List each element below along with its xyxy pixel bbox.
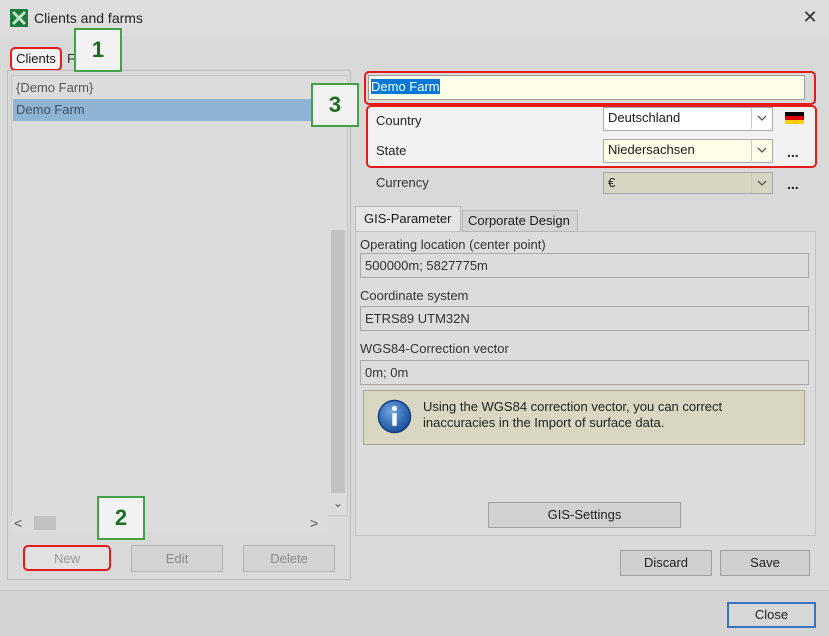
close-icon[interactable]: ✕ bbox=[800, 7, 820, 27]
info-text-line-1: Using the WGS84 correction vector, you c… bbox=[423, 399, 723, 414]
new-button[interactable]: New bbox=[23, 545, 111, 571]
wgs84-field[interactable]: 0m; 0m bbox=[360, 360, 809, 385]
info-icon bbox=[377, 399, 412, 434]
info-text: Using the WGS84 correction vector, you c… bbox=[423, 399, 783, 431]
horizontal-scroll-thumb[interactable] bbox=[34, 516, 56, 530]
scroll-left-icon[interactable]: < bbox=[14, 514, 32, 532]
currency-select[interactable]: € bbox=[603, 172, 773, 194]
horizontal-scrollbar[interactable] bbox=[12, 514, 328, 532]
tab-clients[interactable]: Clients bbox=[10, 47, 62, 71]
country-label: Country bbox=[376, 113, 422, 128]
vertical-scroll-thumb[interactable] bbox=[331, 230, 345, 493]
scroll-right-icon[interactable]: > bbox=[310, 514, 328, 532]
tab-gis-parameter[interactable]: GIS-Parameter bbox=[355, 206, 461, 231]
edit-button[interactable]: Edit bbox=[131, 545, 223, 572]
chevron-down-icon[interactable] bbox=[751, 173, 772, 193]
delete-button[interactable]: Delete bbox=[243, 545, 335, 572]
location-label: Operating location (center point) bbox=[360, 237, 546, 252]
coordinate-system-field[interactable]: ETRS89 UTM32N bbox=[360, 306, 809, 331]
list-item[interactable]: {Demo Farm} bbox=[13, 77, 315, 99]
state-more-button[interactable]: ... bbox=[787, 144, 799, 160]
close-button[interactable]: Close bbox=[727, 602, 816, 628]
chevron-down-icon[interactable] bbox=[751, 140, 772, 161]
window-title: Clients and farms bbox=[34, 10, 143, 26]
callout-3: 3 bbox=[311, 83, 359, 127]
country-select[interactable]: Deutschland bbox=[603, 107, 773, 131]
germany-flag-icon bbox=[785, 112, 804, 124]
callout-2: 2 bbox=[97, 496, 145, 540]
currency-label: Currency bbox=[376, 175, 429, 190]
state-value: Niedersachsen bbox=[608, 142, 695, 157]
wgs84-label: WGS84-Correction vector bbox=[360, 341, 509, 356]
country-value: Deutschland bbox=[608, 110, 681, 125]
save-button[interactable]: Save bbox=[720, 550, 810, 576]
chevron-down-icon[interactable] bbox=[751, 108, 772, 129]
scroll-down-icon[interactable]: ⌄ bbox=[329, 494, 347, 512]
currency-value: € bbox=[608, 175, 616, 190]
discard-button[interactable]: Discard bbox=[620, 550, 712, 576]
list-item-selected[interactable]: Demo Farm bbox=[13, 99, 315, 121]
gis-settings-button[interactable]: GIS-Settings bbox=[488, 502, 681, 528]
state-select[interactable]: Niedersachsen bbox=[603, 139, 773, 163]
farm-name-input[interactable]: Demo Farm bbox=[368, 75, 805, 100]
client-list[interactable] bbox=[11, 75, 348, 516]
state-label: State bbox=[376, 143, 407, 158]
callout-1: 1 bbox=[74, 28, 122, 72]
farm-name-selected-text: Demo Farm bbox=[371, 79, 440, 94]
app-icon bbox=[10, 9, 28, 27]
tab-corporate-design[interactable]: Corporate Design bbox=[462, 210, 578, 232]
coordinate-system-label: Coordinate system bbox=[360, 288, 469, 303]
currency-more-button[interactable]: ... bbox=[787, 176, 799, 192]
dialog-footer bbox=[0, 590, 829, 636]
info-text-line-2: inaccuracies in the Import of surface da… bbox=[423, 415, 665, 430]
location-field[interactable]: 500000m; 5827775m bbox=[360, 253, 809, 278]
